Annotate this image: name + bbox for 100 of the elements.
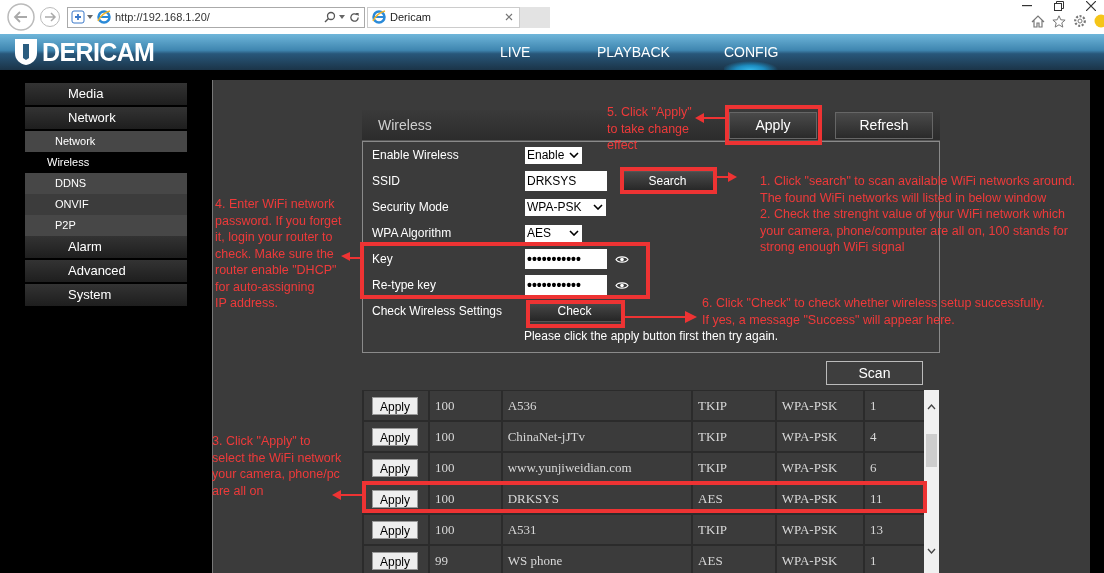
field-label: Enable Wireless	[372, 148, 459, 162]
toolbar-button[interactable]: Apply	[729, 111, 817, 139]
field-label: SSID	[372, 174, 400, 188]
annotation-text: 4. Enter WiFi network password. If you forget it, login your router to check. Make sure the router enable "DHCP" for auto-assigning IP address.	[215, 196, 342, 312]
sidebar-item[interactable]: Network	[25, 107, 187, 129]
table-cell: TKIP	[693, 453, 775, 482]
scroll-thumb[interactable]	[926, 434, 937, 467]
chevron-icon	[569, 230, 579, 236]
annotation-text: 6. Click "Check" to check whether wireless setup successfully. If yes, a message "Success" will appear here.	[702, 295, 1045, 328]
table-cell: 4	[865, 422, 924, 451]
dropdown-value: AES	[527, 226, 551, 240]
table-cell: TKIP	[693, 422, 775, 451]
chevron-icon	[593, 204, 603, 210]
field-label: WPA Algorithm	[372, 226, 452, 240]
table-cell: WPA-PSK	[776, 546, 864, 573]
dropdown[interactable]: AES	[525, 224, 582, 242]
search-icon[interactable]	[324, 11, 336, 23]
url-text: http://192.168.1.20/	[115, 9, 211, 25]
restore-icon[interactable]	[1054, 1, 1064, 11]
sidebar-subitem[interactable]: P2P	[25, 215, 187, 236]
scroll-down-icon[interactable]	[927, 548, 936, 554]
settings-icon[interactable]	[1073, 14, 1087, 28]
dropdown[interactable]: Enable	[525, 146, 582, 164]
apply-button[interactable]: Apply	[372, 427, 419, 446]
eye-icon[interactable]	[615, 280, 629, 290]
minimize-icon[interactable]	[1022, 5, 1032, 7]
browser-logo-icon	[97, 10, 111, 24]
sidebar-subitem[interactable]: DDNS	[25, 173, 187, 194]
arrow	[695, 113, 725, 123]
annotation-text: 1. Click "search" to scan available WiFi networks around. The found WiFi networks will listed in below window 2. Check the strenght value of your WiFi network which your camera, phone/computer are all on, 100 stands for strong enough WiFi signal	[760, 173, 1076, 256]
chevron-icon	[569, 152, 579, 158]
table-cell: 13	[865, 515, 924, 544]
annotation-text: 5. Click "Apply" to take change effect	[607, 104, 692, 154]
table-cell: WS phone	[502, 546, 692, 573]
table-cell: WPA-PSK	[776, 422, 864, 451]
table-cell: 1	[865, 546, 924, 573]
table-cell: WPA-PSK	[776, 453, 864, 482]
arrow	[625, 311, 697, 323]
table-cell: 99	[429, 546, 501, 573]
arrow	[341, 252, 361, 262]
table-cell: 100	[429, 453, 501, 482]
nav-tab[interactable]: PLAYBACK	[597, 34, 724, 70]
star-icon[interactable]	[1052, 14, 1066, 28]
caret-icon[interactable]	[87, 15, 93, 19]
table-cell: WPA-PSK	[776, 391, 864, 420]
refresh-icon[interactable]	[349, 11, 360, 23]
table-cell: 6	[865, 453, 924, 482]
dropdown-value: WPA-PSK	[527, 200, 582, 214]
input-field[interactable]: DRKSYS	[525, 171, 607, 191]
table-cell: www.yunjiweidian.com	[502, 453, 692, 482]
dropdown[interactable]: WPA-PSK	[525, 198, 606, 216]
apply-button[interactable]: Apply	[372, 551, 419, 570]
dropdown-value: Enable	[527, 148, 565, 162]
arrow	[717, 172, 737, 182]
table-cell: 100	[429, 515, 501, 544]
table-cell: AES	[693, 546, 775, 573]
tab-title: Dericam	[390, 9, 432, 25]
apply-button[interactable]: Apply	[372, 489, 419, 508]
table-cell: A536	[502, 391, 692, 420]
scan-button[interactable]: Scan	[826, 361, 923, 385]
address-bar[interactable]: http://192.168.1.20/	[67, 6, 365, 28]
table-cell: TKIP	[693, 515, 775, 544]
table-cell: 1	[865, 391, 924, 420]
table-cell: WPA-PSK	[776, 515, 864, 544]
logo-text: DERICAM	[42, 39, 155, 65]
browser-logo-icon	[372, 10, 386, 24]
field-label: Key	[372, 252, 393, 266]
shield-plus-icon[interactable]	[71, 10, 85, 24]
scrollbar[interactable]	[924, 390, 939, 573]
note-text: Please click the apply button first then try again.	[522, 328, 780, 345]
home-icon[interactable]	[1031, 14, 1045, 28]
toolbar-button[interactable]: Refresh	[835, 111, 933, 139]
shield-logo-icon	[14, 38, 38, 66]
apply-button[interactable]: Apply	[372, 520, 419, 539]
password-field[interactable]: •••••••••••	[525, 249, 607, 269]
sidebar-subitem[interactable]: ONVIF	[25, 194, 187, 215]
scroll-up-icon[interactable]	[927, 404, 936, 410]
table-cell: 100	[429, 391, 501, 420]
eye-icon[interactable]	[615, 254, 629, 264]
sidebar-item[interactable]: System	[25, 284, 187, 306]
apply-button[interactable]: Apply	[372, 396, 419, 415]
browser-tab[interactable]: Dericam	[367, 6, 520, 28]
annotation-text: 3. Click "Apply" to select the WiFi network your camera, phone/pc are all on	[212, 433, 342, 499]
table-cell: TKIP	[693, 391, 775, 420]
table-cell: ChinaNet-jJTv	[502, 422, 692, 451]
field-label: Security Mode	[372, 200, 449, 214]
password-field[interactable]: •••••••••••	[525, 275, 607, 295]
sidebar-item[interactable]: Alarm	[25, 236, 187, 258]
table-cell: 100	[429, 422, 501, 451]
panel-title: Wireless	[378, 115, 432, 135]
nav-tab[interactable]: LIVE	[500, 34, 597, 70]
sidebar-item[interactable]: Advanced	[25, 260, 187, 282]
sidebar-subitem[interactable]: Network	[25, 131, 187, 152]
table-cell: A531	[502, 515, 692, 544]
caret-icon[interactable]	[339, 15, 345, 19]
field-label: Re-type key	[372, 278, 437, 292]
field-label: Check Wireless Settings	[372, 304, 503, 318]
close-icon[interactable]	[1086, 1, 1096, 11]
apply-button[interactable]: Apply	[372, 458, 419, 477]
sidebar-item[interactable]: Media	[25, 83, 187, 105]
